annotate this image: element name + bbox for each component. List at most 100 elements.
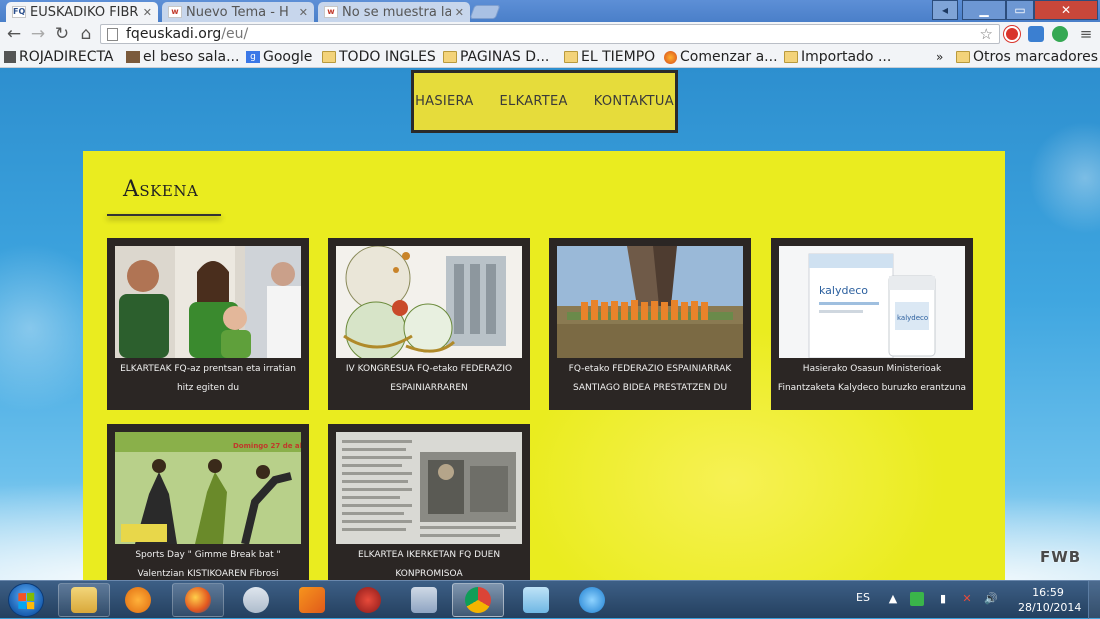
- download-extension-icon[interactable]: [1028, 26, 1044, 42]
- image-icon: [126, 51, 140, 63]
- news-card[interactable]: FQ-etako FEDERAZIO ESPAINIARRAK SANTIAGO…: [549, 238, 751, 410]
- bookmark-rojadirecta[interactable]: ROJADIRECTA: [4, 48, 114, 66]
- close-icon[interactable]: ✕: [299, 6, 308, 19]
- reload-icon[interactable]: ↻: [52, 25, 72, 43]
- show-hidden-icons-icon[interactable]: ▲: [886, 592, 900, 606]
- news-thumbnail[interactable]: [115, 246, 301, 358]
- bookmark-todo-ingles[interactable]: TODO INGLES: [322, 48, 436, 66]
- stop-extension-icon[interactable]: [1004, 26, 1020, 42]
- taskbar-internet-explorer[interactable]: [566, 583, 618, 617]
- close-icon[interactable]: ✕: [143, 6, 152, 19]
- address-bar[interactable]: fqeuskadi.org/eu/ ☆: [100, 24, 1000, 44]
- news-title-line: Finantzaketa Kalydeco buruzko erantzuna: [777, 383, 967, 393]
- clock-date: 28/10/2014: [1018, 601, 1082, 614]
- news-thumbnail[interactable]: Domingo 27 de abril: [115, 432, 301, 544]
- bookmark-label: EL TIEMPO: [581, 49, 656, 65]
- bookmark-importado[interactable]: Importado ...: [784, 48, 891, 66]
- menu-item-elkartea[interactable]: ELKARTEA: [500, 94, 568, 109]
- news-title-line: ESPAINIARRAREN: [390, 383, 468, 393]
- news-title-line: IV KONGRESUA FQ-etako FEDERAZIO: [345, 364, 513, 374]
- bookmark-label: TODO INGLES: [339, 49, 436, 65]
- bookmark-label: ROJADIRECTA: [19, 49, 114, 65]
- bookmarks-overflow-button[interactable]: »: [936, 48, 943, 66]
- menu-icon[interactable]: ≡: [1076, 25, 1096, 43]
- menu-item-kontaktua[interactable]: KONTAKTUA: [594, 94, 674, 109]
- close-icon[interactable]: ✕: [455, 6, 464, 19]
- taskbar-itunes[interactable]: [230, 583, 282, 617]
- new-tab-button[interactable]: [469, 5, 501, 19]
- chrome-icon: [465, 587, 491, 613]
- news-card[interactable]: ELKARTEAK FQ-az prentsan eta irratian hi…: [107, 238, 309, 410]
- start-button[interactable]: [8, 583, 44, 617]
- news-thumbnail[interactable]: [336, 432, 522, 544]
- news-title[interactable]: ELKARTEAK FQ-az prentsan eta irratian hi…: [113, 360, 303, 398]
- folder-icon: [564, 51, 578, 63]
- other-bookmarks[interactable]: Otros marcadores: [956, 48, 1098, 66]
- taskbar-office[interactable]: [286, 583, 338, 617]
- news-card[interactable]: IV KONGRESUA FQ-etako FEDERAZIO ESPAINIA…: [328, 238, 530, 410]
- news-title[interactable]: ELKARTEA IKERKETAN FQ DUEN KONPROMISOA: [334, 546, 524, 580]
- news-card[interactable]: kalydeco kalydeco Hasierako Osasun Minis…: [771, 238, 973, 410]
- windows-logo-icon: [18, 592, 35, 610]
- forward-arrow-icon[interactable]: →: [28, 25, 48, 43]
- back-arrow-icon[interactable]: ←: [4, 25, 24, 43]
- menu-item-hasiera[interactable]: HASIERA: [415, 94, 473, 109]
- folder-icon: [956, 51, 970, 63]
- bookmark-label: PAGINAS D...: [460, 49, 550, 65]
- news-title-line: hitz egiten du: [176, 383, 240, 393]
- system-clock[interactable]: 16:59 28/10/2014: [1018, 585, 1082, 615]
- taskbar-notepad[interactable]: [510, 583, 562, 617]
- news-title[interactable]: FQ-etako FEDERAZIO ESPAINIARRAK SANTIAGO…: [555, 360, 745, 398]
- network-status-icon[interactable]: ✕: [960, 592, 974, 606]
- maximize-button[interactable]: ▭: [1006, 0, 1034, 20]
- restore-tabs-icon[interactable]: ◂: [932, 0, 958, 20]
- news-thumbnail[interactable]: [557, 246, 743, 358]
- tab-nuevo-tema[interactable]: w Nuevo Tema - H ✕: [162, 2, 314, 22]
- generic-icon: [4, 51, 16, 63]
- news-title-line: Valentzian KISTIKOAREN Fibrosi: [137, 569, 279, 579]
- news-thumbnail[interactable]: [336, 246, 522, 358]
- browser-chrome: FQ EUSKADIKO FIBR ✕ w Nuevo Tema - H ✕ w…: [0, 0, 1100, 68]
- tab-euskadiko[interactable]: FQ EUSKADIKO FIBR ✕: [6, 2, 158, 22]
- taskbar-explorer[interactable]: [58, 583, 110, 617]
- news-title-line: Sports Day " Gimme Break bat ": [135, 550, 281, 560]
- news-card[interactable]: ELKARTEA IKERKETAN FQ DUEN KONPROMISOA: [328, 424, 530, 580]
- home-icon[interactable]: ⌂: [76, 25, 96, 43]
- minimize-button[interactable]: ▁: [962, 0, 1006, 20]
- news-title[interactable]: Hasierako Osasun Ministerioak Finantzake…: [777, 360, 967, 398]
- bookmark-star-icon[interactable]: ☆: [980, 25, 993, 43]
- volume-icon[interactable]: 🔊: [984, 592, 998, 606]
- network-icon: [411, 587, 437, 613]
- taskbar-media-player[interactable]: [112, 583, 164, 617]
- bookmark-comenzar[interactable]: Comenzar a...: [664, 48, 778, 66]
- page-icon: [107, 27, 118, 41]
- news-title[interactable]: IV KONGRESUA FQ-etako FEDERAZIO ESPAINIA…: [334, 360, 524, 398]
- bookmark-paginas[interactable]: PAGINAS D...: [443, 48, 549, 66]
- taskbar-app-red[interactable]: [342, 583, 394, 617]
- taskbar: ES ▲ ▮ ✕ 🔊 16:59 28/10/2014: [0, 580, 1100, 619]
- tab-no-se-muestra[interactable]: w No se muestra la ✕: [318, 2, 470, 22]
- taskbar-chrome[interactable]: [452, 583, 504, 617]
- taskbar-network[interactable]: [398, 583, 450, 617]
- news-card[interactable]: Domingo 27 de abril Sports Day " Gimme B…: [107, 424, 309, 580]
- folder-icon: [71, 587, 97, 613]
- green-extension-icon[interactable]: [1052, 26, 1068, 42]
- news-title-line: KONPROMISOA: [395, 569, 463, 579]
- news-thumbnail[interactable]: kalydeco kalydeco: [779, 246, 965, 358]
- internet-explorer-icon: [579, 587, 605, 613]
- music-note-icon: [243, 587, 269, 613]
- signal-icon[interactable]: ▮: [936, 592, 950, 606]
- close-window-button[interactable]: ✕: [1034, 0, 1098, 20]
- taskbar-firefox[interactable]: [172, 583, 224, 617]
- sync-icon[interactable]: [910, 592, 924, 606]
- news-title-line: ELKARTEAK FQ-az prentsan eta irratian: [120, 364, 296, 374]
- news-title[interactable]: Sports Day " Gimme Break bat " Valentzia…: [113, 546, 303, 580]
- bookmark-google[interactable]: g Google: [246, 48, 312, 66]
- bookmark-el-tiempo[interactable]: EL TIEMPO: [564, 48, 655, 66]
- forum-favicon-icon: w: [324, 6, 338, 18]
- clock-time: 16:59: [1032, 586, 1064, 599]
- language-indicator[interactable]: ES: [856, 591, 870, 604]
- bookmark-el-beso[interactable]: el beso sala...: [126, 48, 239, 66]
- show-desktop-button[interactable]: [1088, 581, 1100, 619]
- app-icon: [355, 587, 381, 613]
